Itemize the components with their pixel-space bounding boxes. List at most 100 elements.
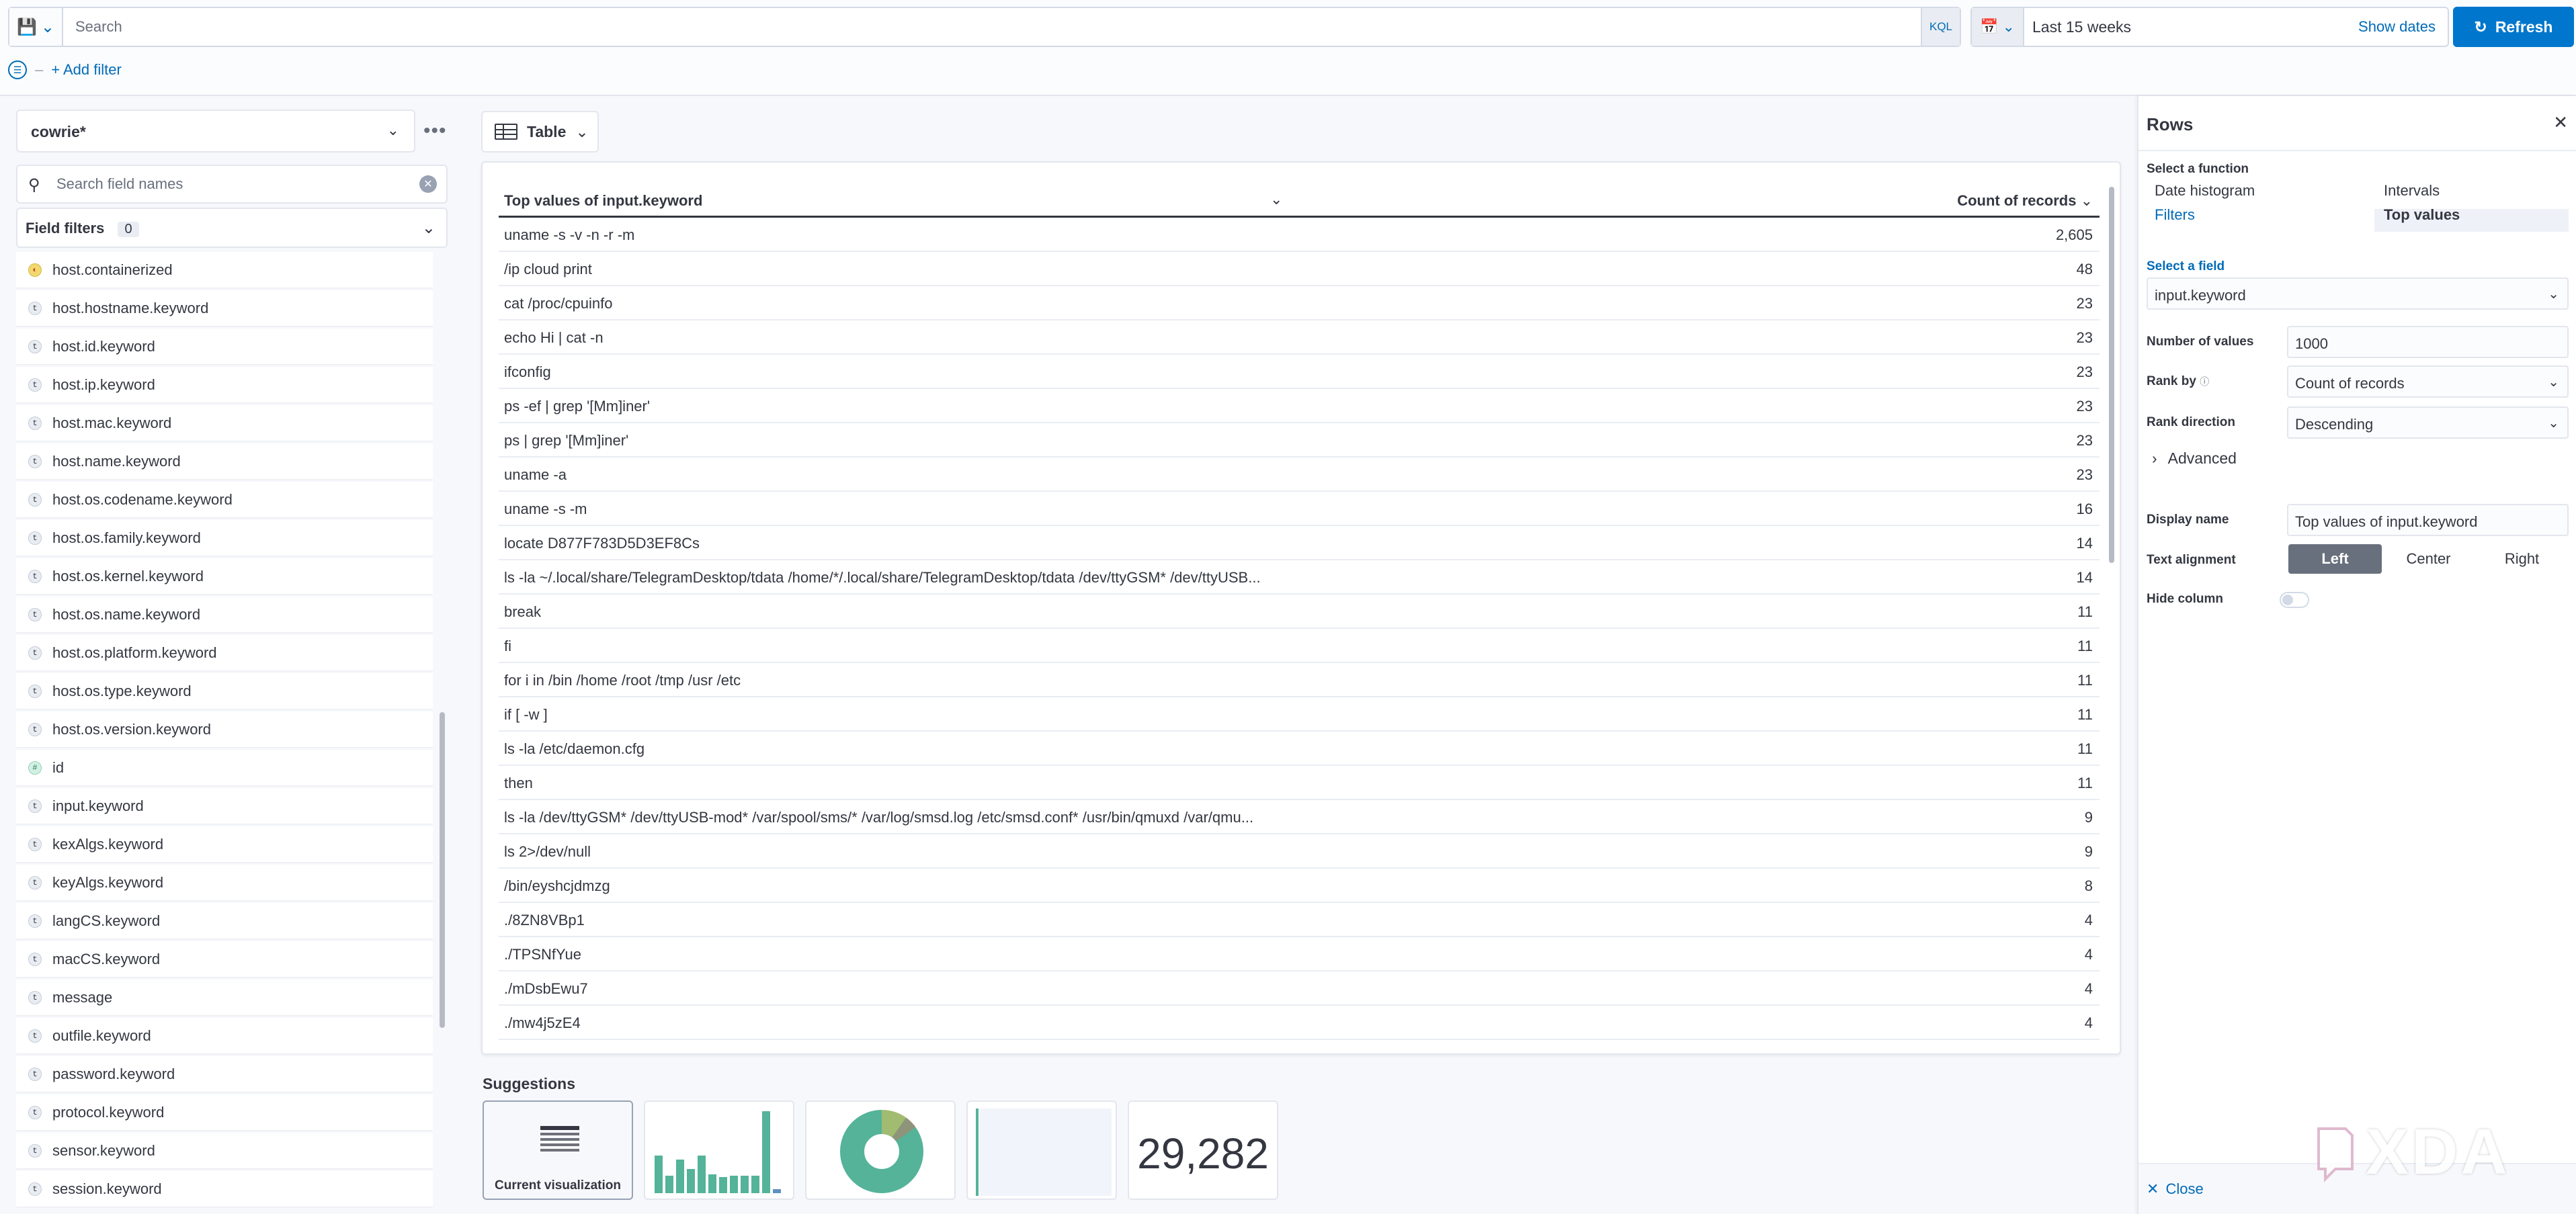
table-row[interactable]: /bin/eyshcjdmzg 8 xyxy=(499,869,2100,903)
function-date-histogram[interactable]: Date histogram xyxy=(2155,182,2255,200)
field-list-item[interactable]: t protocol.keyword xyxy=(16,1094,433,1130)
function-filters[interactable]: Filters xyxy=(2155,206,2195,224)
table-row[interactable]: ls 2>/dev/null 9 xyxy=(499,834,2100,869)
cell-count: 8 xyxy=(2084,877,2093,894)
rank-by-value: Count of records xyxy=(2295,375,2405,392)
field-list-item[interactable]: t keyAlgs.keyword xyxy=(16,865,433,900)
add-filter-button[interactable]: + Add filter xyxy=(51,61,122,79)
table-row[interactable]: fi 11 xyxy=(499,629,2100,663)
table-row[interactable]: for i in /bin /home /root /tmp /usr /etc… xyxy=(499,663,2100,697)
saved-query-button[interactable]: 💾 ⌄ xyxy=(9,8,63,46)
filter-menu-icon[interactable]: ☰ xyxy=(8,60,27,79)
chevron-down-icon[interactable]: ⌄ xyxy=(1270,191,1282,208)
clear-icon[interactable]: ✕ xyxy=(419,175,437,193)
cell-value: ./8ZN8VBp1 xyxy=(504,912,585,928)
string-type-icon: t xyxy=(28,1105,42,1119)
suggestion-donut-chart[interactable] xyxy=(805,1100,956,1200)
table-row[interactable]: ps | grep '[Mm]iner' 23 xyxy=(499,423,2100,458)
field-list-item[interactable]: t langCS.keyword xyxy=(16,903,433,939)
table-row[interactable]: break 11 xyxy=(499,595,2100,629)
close-icon[interactable]: ✕ xyxy=(2553,112,2568,133)
table-row[interactable]: uname -s -v -n -r -m 2,605 xyxy=(499,218,2100,252)
quick-menu-button[interactable]: 📅 ⌄ xyxy=(1972,8,2024,46)
field-list-item[interactable]: ◐ host.containerized xyxy=(16,252,433,288)
flyout-title: Rows xyxy=(2147,114,2194,134)
field-filters-toggle[interactable]: Field filters 0 ⌄ xyxy=(16,208,448,248)
field-list-item[interactable]: t message xyxy=(16,980,433,1015)
table-row[interactable]: uname -s -m 16 xyxy=(499,492,2100,526)
refresh-button[interactable]: ↻ Refresh xyxy=(2453,7,2574,47)
field-list-scrollbar[interactable] xyxy=(440,712,445,1028)
field-list-item[interactable]: t host.os.version.keyword xyxy=(16,711,433,747)
table-row[interactable]: ps -ef | grep '[Mm]iner' 23 xyxy=(499,389,2100,423)
table-row[interactable]: uname -a 23 xyxy=(499,458,2100,492)
field-list-item[interactable]: t host.os.codename.keyword xyxy=(16,482,433,517)
search-input[interactable] xyxy=(74,8,1888,46)
field-list-item[interactable]: t host.os.platform.keyword xyxy=(16,635,433,670)
table-row[interactable]: echo Hi | cat -n 23 xyxy=(499,320,2100,355)
query-language-button[interactable]: KQL xyxy=(1921,8,1960,46)
string-type-icon: t xyxy=(28,914,42,928)
suggestion-current[interactable]: Current visualization xyxy=(483,1100,633,1200)
field-list-item[interactable]: t host.os.family.keyword xyxy=(16,520,433,556)
table-row[interactable]: locate D877F783D5D3EF8Cs 14 xyxy=(499,526,2100,560)
suggestion-metric[interactable]: 29,282 xyxy=(1128,1100,1278,1200)
align-left-button[interactable]: Left xyxy=(2288,544,2382,574)
field-list-item[interactable]: t host.name.keyword xyxy=(16,443,433,479)
visualization-type-picker[interactable]: Table ⌄ xyxy=(481,111,599,153)
field-select[interactable]: input.keyword ⌄ xyxy=(2147,277,2569,310)
display-name-input[interactable]: Top values of input.keyword xyxy=(2287,504,2569,536)
suggestion-heatmap[interactable] xyxy=(966,1100,1117,1200)
table-row[interactable]: /ip cloud print 48 xyxy=(499,252,2100,286)
field-list-item[interactable]: t host.hostname.keyword xyxy=(16,290,433,326)
more-options-icon[interactable]: ••• xyxy=(423,120,447,142)
field-name: macCS.keyword xyxy=(52,950,161,967)
field-list-item[interactable]: t session.keyword xyxy=(16,1171,433,1207)
align-center-button[interactable]: Center xyxy=(2382,544,2475,574)
field-list-item[interactable]: t host.ip.keyword xyxy=(16,367,433,402)
table-scrollbar[interactable] xyxy=(2109,187,2114,563)
close-flyout-button[interactable]: ✕ Close xyxy=(2147,1180,2204,1198)
data-view-picker[interactable]: cowrie* ⌄ xyxy=(16,110,415,153)
table-row[interactable]: then 11 xyxy=(499,766,2100,800)
column-header-top-values[interactable]: Top values of input.keyword xyxy=(504,192,702,210)
field-list-item[interactable]: t host.os.kernel.keyword xyxy=(16,558,433,594)
table-row[interactable]: ./TPSNfYue 4 xyxy=(499,937,2100,971)
table-row[interactable]: ifconfig 23 xyxy=(499,355,2100,389)
field-list-item[interactable]: t password.keyword xyxy=(16,1056,433,1092)
table-row[interactable]: ls -la /dev/ttyGSM* /dev/ttyUSB-mod* /va… xyxy=(499,800,2100,834)
field-list-item[interactable]: t host.mac.keyword xyxy=(16,405,433,441)
rank-direction-select[interactable]: Descending ⌄ xyxy=(2287,406,2569,439)
table-row[interactable]: ./8ZN8VBp1 4 xyxy=(499,903,2100,937)
field-list-item[interactable]: # id xyxy=(16,750,433,785)
show-dates-link[interactable]: Show dates xyxy=(2358,18,2436,36)
field-search-input[interactable] xyxy=(55,166,405,202)
table-row[interactable]: if [ -w ] 11 xyxy=(499,697,2100,732)
field-list-item[interactable]: t host.os.type.keyword xyxy=(16,673,433,709)
field-list-item[interactable]: t input.keyword xyxy=(16,788,433,824)
hide-column-switch[interactable] xyxy=(2280,592,2309,608)
display-name-label: Display name xyxy=(2147,513,2229,527)
table-row[interactable]: cat /proc/cpuinfo 23 xyxy=(499,286,2100,320)
field-list-item[interactable]: t sensor.keyword xyxy=(16,1133,433,1168)
calendar-icon: 📅 xyxy=(1980,18,1999,35)
table-row[interactable]: ls -la /etc/daemon.cfg 11 xyxy=(499,732,2100,766)
field-list-item[interactable]: t host.os.name.keyword xyxy=(16,597,433,632)
suggestion-bar-chart[interactable] xyxy=(644,1100,794,1200)
advanced-toggle[interactable]: › Advanced xyxy=(2152,449,2237,468)
function-top-values[interactable]: Top values xyxy=(2384,206,2460,224)
field-name: host.containerized xyxy=(52,261,173,278)
string-type-icon: t xyxy=(28,875,42,890)
rank-by-select[interactable]: Count of records ⌄ xyxy=(2287,365,2569,398)
function-intervals[interactable]: Intervals xyxy=(2384,182,2440,200)
field-list-item[interactable]: t outfile.keyword xyxy=(16,1018,433,1053)
align-right-button[interactable]: Right xyxy=(2475,544,2569,574)
field-list-item[interactable]: t host.id.keyword xyxy=(16,329,433,364)
column-header-count[interactable]: Count of records ⌄ xyxy=(1957,192,2093,210)
table-row[interactable]: ./mDsbEwu7 4 xyxy=(499,971,2100,1006)
number-of-values-input[interactable]: 1000 xyxy=(2287,326,2569,358)
table-row[interactable]: ls -la ~/.local/share/TelegramDesktop/td… xyxy=(499,560,2100,595)
field-list-item[interactable]: t macCS.keyword xyxy=(16,941,433,977)
table-row[interactable]: ./mw4j5zE4 4 xyxy=(499,1006,2100,1040)
field-list-item[interactable]: t kexAlgs.keyword xyxy=(16,826,433,862)
